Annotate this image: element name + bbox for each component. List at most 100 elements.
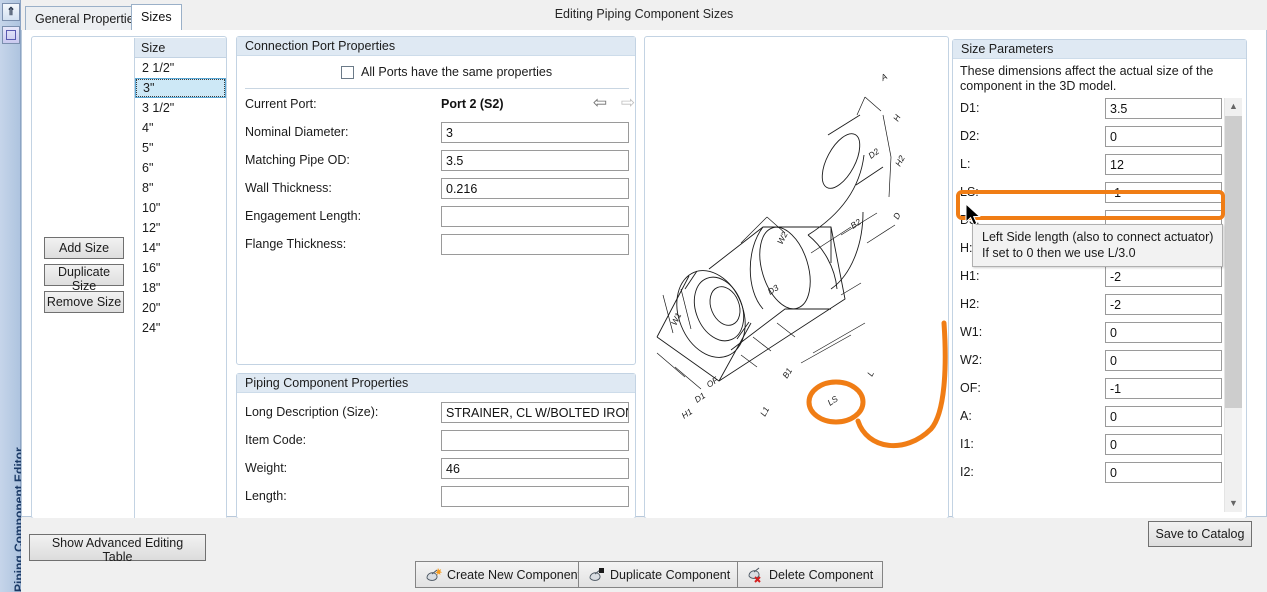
size-parameter-row: D1: [960, 98, 1222, 120]
size-list-item[interactable]: 4" [135, 118, 226, 138]
field-input[interactable] [441, 150, 629, 171]
size-parameter-label: OF: [960, 381, 981, 395]
left-dock: ⇑ Piping Component Editor [0, 0, 26, 592]
size-parameter-input[interactable] [1105, 294, 1222, 315]
field-input[interactable] [441, 402, 629, 423]
size-list-item[interactable]: 18" [135, 278, 226, 298]
size-parameter-input[interactable] [1105, 126, 1222, 147]
size-parameter-label: LS: [960, 185, 979, 199]
tooltip-line-1: Left Side length (also to connect actuat… [982, 230, 1214, 244]
piping-component-editor-window: ⇑ Piping Component Editor Editing Piping… [0, 0, 1267, 592]
size-parameter-input[interactable] [1105, 434, 1222, 455]
size-parameter-input[interactable] [1105, 322, 1222, 343]
save-to-catalog-button[interactable]: Save to Catalog [1148, 521, 1252, 547]
connection-port-properties-group: Connection Port Properties All Ports hav… [236, 36, 636, 365]
size-parameter-row: LS: [960, 182, 1222, 204]
field-input[interactable] [441, 206, 629, 227]
size-parameter-label: H1: [960, 269, 980, 283]
size-parameters-scrollbar[interactable]: ▲ ▼ [1224, 98, 1242, 512]
size-parameter-label: L: [960, 157, 971, 171]
connection-port-properties-title: Connection Port Properties [237, 37, 635, 56]
duplicate-size-button[interactable]: Duplicate Size [44, 264, 124, 293]
field-input[interactable] [441, 178, 629, 199]
size-list[interactable]: Size 2 1/2" 3" 3 1/2" 4" 5" 6" 8" 10" 12" 14" 16" 1… [134, 38, 226, 519]
size-list-item[interactable]: 10" [135, 198, 226, 218]
size-parameter-input[interactable] [1105, 406, 1222, 427]
delete-component-button[interactable]: Delete Component [737, 561, 884, 588]
arrow-right-icon[interactable]: ⇨ [617, 93, 639, 113]
dim-label-L1: L1 [758, 405, 771, 418]
size-parameter-input[interactable] [1105, 154, 1222, 175]
size-list-item[interactable]: 8" [135, 178, 226, 198]
size-list-item[interactable]: 12" [135, 218, 226, 238]
scrollbar-thumb[interactable] [1225, 116, 1242, 408]
divider [245, 88, 629, 89]
arrow-left-icon[interactable]: ⇦ [589, 93, 611, 113]
sizes-panel: Add Size Duplicate Size Remove Size Size… [31, 36, 227, 519]
size-list-item[interactable]: 16" [135, 258, 226, 278]
size-list-item[interactable]: 2 1/2" [135, 58, 226, 78]
add-size-button[interactable]: Add Size [44, 237, 124, 259]
component-new-icon [426, 567, 442, 581]
size-list-item[interactable]: 3" [135, 78, 226, 98]
field-label: Weight: [245, 461, 288, 475]
all-ports-checkbox-label: All Ports have the same properties [361, 65, 553, 79]
size-list-item[interactable]: 6" [135, 158, 226, 178]
size-parameters-group: Size Parameters These dimensions affect … [952, 39, 1247, 519]
strainer-isometric-dimension-drawing: A H H2 D2 D B2 W2 D3 W1 OF D1 H1 L1 B1 L… [656, 71, 948, 449]
size-parameter-row: H2: [960, 294, 1222, 316]
dim-label-A: A [878, 71, 889, 83]
size-parameter-input[interactable] [1105, 350, 1222, 371]
chevron-double-up-icon: ⇑ [6, 5, 16, 18]
dim-label-D1: D1 [693, 390, 708, 405]
duplicate-component-button[interactable]: Duplicate Component [578, 561, 741, 588]
window-title: Editing Piping Component Sizes [554, 7, 734, 21]
all-ports-checkbox[interactable] [341, 65, 354, 79]
size-parameter-label: H2: [960, 297, 980, 311]
show-advanced-editing-table-button[interactable]: Show Advanced Editing Table [29, 534, 206, 564]
size-parameter-input[interactable] [1105, 182, 1222, 203]
size-parameters-scroll-area: D1:D2:L:LS:D3:H:H1:H2:W1:W2:OF:A:I1:I2: [958, 98, 1243, 512]
delete-component-label: Delete Component [769, 567, 874, 582]
size-list-item[interactable]: 5" [135, 138, 226, 158]
size-parameter-input[interactable] [1105, 462, 1222, 483]
size-parameter-row: L: [960, 154, 1222, 176]
field-input[interactable] [441, 458, 629, 479]
bottom-action-bar: Save to Catalog Create New Component Dup… [21, 518, 1267, 592]
client-area: Add Size Duplicate Size Remove Size Size… [21, 30, 1267, 564]
tab-sizes[interactable]: Sizes [131, 4, 182, 30]
chevron-down-icon[interactable]: ▼ [1225, 495, 1242, 512]
dim-label-W2: W2 [775, 230, 790, 246]
component-delete-icon [748, 567, 761, 583]
chevron-up-icon[interactable]: ▲ [1225, 98, 1242, 115]
component-duplicate-icon [589, 567, 604, 581]
size-list-item[interactable]: 14" [135, 238, 226, 258]
connection-port-field-row: Nominal Diameter: [245, 122, 629, 144]
restore-window-icon [6, 30, 16, 40]
field-input[interactable] [441, 430, 629, 451]
size-parameter-input[interactable] [1105, 98, 1222, 119]
connection-port-field-row: Flange Thickness: [245, 234, 629, 256]
size-list-item[interactable]: 24" [135, 318, 226, 338]
all-ports-same-properties-row[interactable]: All Ports have the same properties [341, 65, 552, 79]
field-input[interactable] [441, 486, 629, 507]
size-list-item[interactable]: 3 1/2" [135, 98, 226, 118]
field-input[interactable] [441, 234, 629, 255]
collapse-panel-button[interactable]: ⇑ [2, 3, 20, 21]
field-label: Matching Pipe OD: [245, 153, 350, 167]
dim-label-L: L [865, 369, 876, 378]
duplicate-component-label: Duplicate Component [610, 567, 731, 582]
remove-size-button[interactable]: Remove Size [44, 291, 124, 313]
size-list-items[interactable]: 2 1/2" 3" 3 1/2" 4" 5" 6" 8" 10" 12" 14" 16" 18" 20"… [135, 58, 226, 338]
size-parameter-input[interactable] [1105, 378, 1222, 399]
size-parameter-row: D2: [960, 126, 1222, 148]
field-input[interactable] [441, 122, 629, 143]
size-parameter-label: I2: [960, 465, 974, 479]
component-property-row: Length: [245, 486, 629, 508]
size-parameter-input[interactable] [1105, 266, 1222, 287]
dim-label-D3: D3 [766, 282, 781, 296]
size-list-item[interactable]: 20" [135, 298, 226, 318]
create-new-component-label: Create New Component [447, 567, 582, 582]
create-new-component-button[interactable]: Create New Component [415, 561, 592, 588]
restore-window-button[interactable] [2, 26, 20, 44]
